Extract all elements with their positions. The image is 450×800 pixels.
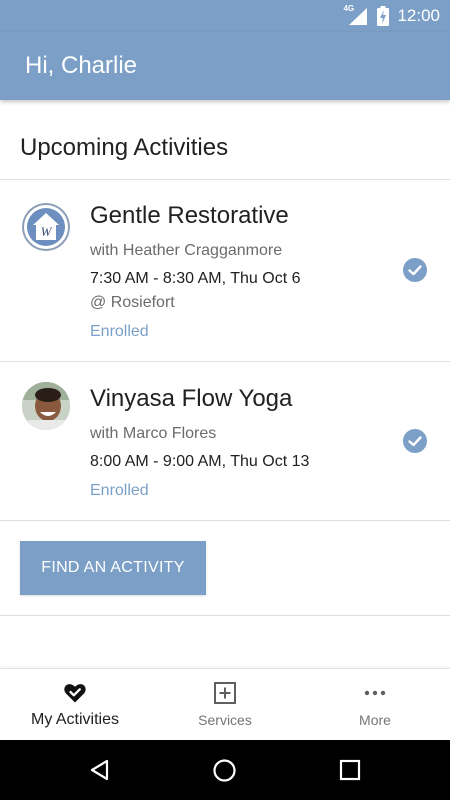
svg-text:W: W <box>41 224 53 239</box>
enrollment-status: Enrolled <box>90 323 149 340</box>
plus-square-icon <box>214 682 236 704</box>
nav-label: More <box>359 712 391 728</box>
instructor-photo <box>22 382 70 430</box>
network-type: 4G <box>343 4 355 13</box>
divider <box>0 615 450 616</box>
nav-label: My Activities <box>30 711 119 728</box>
status-time: 12:00 <box>397 6 440 25</box>
system-nav-bar <box>0 740 450 800</box>
activity-card[interactable]: Vinyasa Flow Yoga with Marco Flores 8:00… <box>0 362 450 520</box>
house-logo-icon: W <box>22 203 70 251</box>
check-circle-icon <box>403 258 427 282</box>
battery-charging-icon <box>377 6 390 26</box>
status-bar: 4G 12:00 <box>0 0 450 32</box>
find-activity-button[interactable]: FIND AN ACTIVITY <box>20 541 206 595</box>
activity-instructor: with Heather Cragganmore <box>90 242 283 259</box>
heart-check-icon <box>64 684 86 703</box>
divider <box>0 520 450 521</box>
nav-my-activities[interactable]: My Activities <box>0 669 150 741</box>
nav-label: Services <box>198 712 252 728</box>
back-icon[interactable] <box>88 758 112 782</box>
activity-instructor: with Marco Flores <box>90 425 217 442</box>
enrollment-status: Enrolled <box>90 482 149 499</box>
nav-services[interactable]: Services <box>150 669 300 741</box>
home-icon[interactable] <box>212 758 237 783</box>
activity-name: Gentle Restorative <box>90 202 289 229</box>
more-dots-icon <box>364 690 386 696</box>
signal-icon: 4G <box>343 4 369 25</box>
activity-location: @ Rosiefort <box>90 294 175 311</box>
app-bar: Hi, Charlie <box>0 32 450 100</box>
activity-card[interactable]: W Gentle Restorative with Heather Cragga… <box>0 180 450 361</box>
activity-time: 8:00 AM - 9:00 AM, Thu Oct 13 <box>90 453 310 470</box>
recents-icon[interactable] <box>339 759 361 781</box>
nav-more[interactable]: More <box>300 669 450 741</box>
activity-time: 7:30 AM - 8:30 AM, Thu Oct 6 <box>90 270 301 287</box>
status-icons: 4G 12:00 <box>343 4 440 27</box>
check-circle-icon <box>403 429 427 453</box>
section-title: Upcoming Activities <box>20 134 229 161</box>
activity-name: Vinyasa Flow Yoga <box>90 385 293 412</box>
greeting-title: Hi, Charlie <box>25 52 138 79</box>
bottom-nav: My Activities Services More <box>0 668 450 740</box>
